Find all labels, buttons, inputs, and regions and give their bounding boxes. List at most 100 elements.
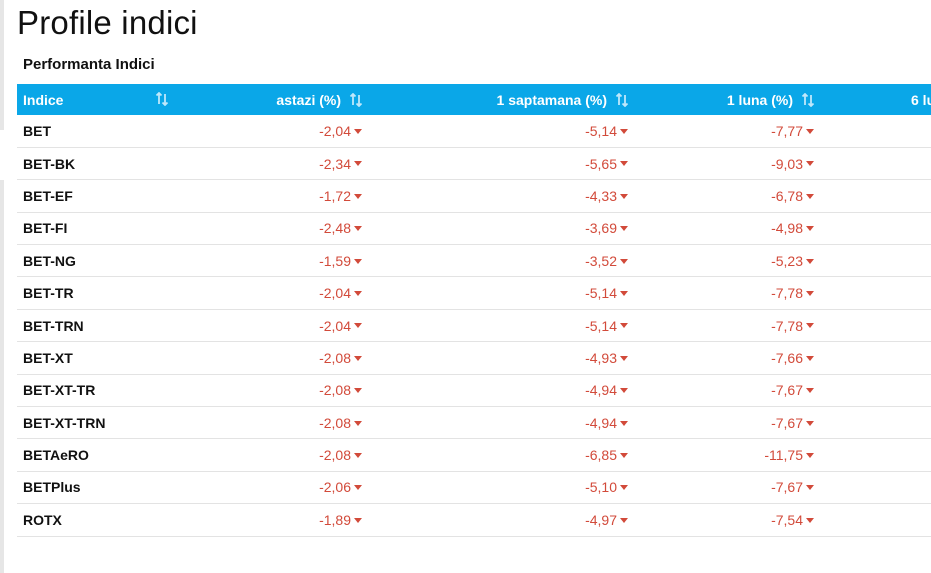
table-row[interactable]: BET-EF -1,72 -4,33 -6,78 (17, 179, 931, 213)
day-change-cell: -2,04 (177, 115, 363, 148)
index-name-cell[interactable]: ROTX (17, 503, 177, 537)
month-change-cell: -9,03 (629, 147, 815, 181)
index-name-cell[interactable]: BET-XT (17, 341, 177, 375)
week-change-cell: -5,14 (363, 309, 629, 343)
table-row[interactable]: BETAeRO -2,08 -6,85 -11,75 (17, 438, 931, 472)
caret-down-icon (353, 158, 363, 168)
day-change-cell: -1,89 (177, 503, 363, 537)
column-header-indice[interactable]: Indice (17, 84, 177, 115)
week-change-cell: -5,14 (363, 276, 629, 310)
day-change-cell: -2,08 (177, 438, 363, 472)
caret-down-icon (805, 288, 815, 298)
table-row[interactable]: BET-FI -2,48 -3,69 -4,98 (17, 212, 931, 246)
month-change-value: -7,78 (771, 317, 803, 334)
month-change-value: -7,77 (771, 122, 803, 139)
caret-down-icon (353, 288, 363, 298)
week-change-value: -5,10 (585, 479, 617, 496)
column-header-label: Indice (23, 91, 64, 108)
day-change-value: -2,48 (319, 220, 351, 237)
table-row[interactable]: BET-XT-TRN -2,08 -4,94 -7,67 (17, 406, 931, 440)
week-change-cell: -4,94 (363, 374, 629, 408)
day-change-value: -2,34 (319, 155, 351, 172)
caret-down-icon (619, 515, 629, 525)
table-row[interactable]: BET-XT-TR -2,08 -4,94 -7,67 (17, 374, 931, 408)
week-change-value: -4,94 (585, 414, 617, 431)
table-row[interactable]: BETPlus -2,06 -5,10 -7,67 (17, 471, 931, 505)
day-change-cell: -2,08 (177, 406, 363, 440)
week-change-value: -4,97 (585, 511, 617, 528)
table-row[interactable]: BET-NG -1,59 -3,52 -5,23 (17, 244, 931, 278)
month-change-cell: -7,66 (629, 341, 815, 375)
day-change-value: -2,08 (319, 382, 351, 399)
table-row[interactable]: BET-BK -2,34 -5,65 -9,03 (17, 147, 931, 181)
day-change-value: -2,08 (319, 414, 351, 431)
column-header-6-months[interactable]: 6 luni (815, 84, 931, 115)
index-name-cell[interactable]: BET-BK (17, 147, 177, 181)
caret-down-icon (805, 158, 815, 168)
day-change-value: -2,08 (319, 349, 351, 366)
six-months-change-cell (815, 179, 931, 213)
month-change-cell: -11,75 (629, 438, 815, 472)
table-row[interactable]: BET-TR -2,04 -5,14 -7,78 (17, 276, 931, 310)
caret-down-icon (619, 158, 629, 168)
month-change-cell: -7,78 (629, 309, 815, 343)
caret-down-icon (353, 515, 363, 525)
index-name-cell[interactable]: BET-NG (17, 244, 177, 278)
table-row[interactable]: ROTX -1,89 -4,97 -7,54 (17, 503, 931, 537)
caret-down-icon (805, 515, 815, 525)
week-change-cell: -5,10 (363, 471, 629, 505)
week-change-cell: -3,69 (363, 212, 629, 246)
caret-down-icon (353, 126, 363, 136)
week-change-cell: -4,97 (363, 503, 629, 537)
index-name-cell[interactable]: BET-FI (17, 212, 177, 246)
month-change-cell: -7,77 (629, 115, 815, 148)
day-change-value: -2,06 (319, 479, 351, 496)
column-header-label: 1 saptamana (%) (496, 91, 607, 108)
sort-arrows-icon[interactable] (155, 92, 169, 106)
sort-arrows-icon[interactable] (801, 92, 815, 107)
month-change-cell: -6,78 (629, 179, 815, 213)
caret-down-icon (619, 288, 629, 298)
six-months-change-cell (815, 406, 931, 440)
table-row[interactable]: BET-XT -2,08 -4,93 -7,66 (17, 341, 931, 375)
column-header-label: astazi (%) (276, 91, 341, 108)
index-name-cell[interactable]: BET-XT-TRN (17, 406, 177, 440)
week-change-value: -5,14 (585, 317, 617, 334)
caret-down-icon (353, 353, 363, 363)
left-rail-divider (0, 180, 4, 573)
caret-down-icon (619, 256, 629, 266)
month-change-value: -7,67 (771, 479, 803, 496)
week-change-cell: -5,14 (363, 115, 629, 148)
page: Profile indici Performanta Indici Indice… (0, 0, 931, 573)
table-row[interactable]: BET-TRN -2,04 -5,14 -7,78 (17, 309, 931, 343)
column-header-week[interactable]: 1 saptamana (%) (363, 84, 629, 115)
index-name-cell[interactable]: BETAeRO (17, 438, 177, 472)
sort-arrows-icon[interactable] (349, 92, 363, 107)
week-change-value: -3,52 (585, 252, 617, 269)
caret-down-icon (353, 385, 363, 395)
six-months-change-cell (815, 276, 931, 310)
index-name-cell[interactable]: BET-TR (17, 276, 177, 310)
month-change-value: -7,66 (771, 349, 803, 366)
column-header-month[interactable]: 1 luna (%) (629, 84, 815, 115)
caret-down-icon (805, 320, 815, 330)
sort-arrows-icon[interactable] (615, 92, 629, 107)
index-name-cell[interactable]: BETPlus (17, 471, 177, 505)
table-row[interactable]: BET -2,04 -5,14 -7,77 (17, 115, 931, 148)
six-months-change-cell (815, 309, 931, 343)
caret-down-icon (805, 353, 815, 363)
left-rail-divider (0, 0, 4, 130)
caret-down-icon (805, 223, 815, 233)
caret-down-icon (619, 385, 629, 395)
caret-down-icon (353, 320, 363, 330)
day-change-value: -1,59 (319, 252, 351, 269)
index-name-cell[interactable]: BET-TRN (17, 309, 177, 343)
month-change-value: -7,78 (771, 285, 803, 302)
index-name-cell[interactable]: BET (17, 115, 177, 148)
index-name-cell[interactable]: BET-EF (17, 179, 177, 213)
month-change-cell: -5,23 (629, 244, 815, 278)
six-months-change-cell (815, 244, 931, 278)
column-header-today[interactable]: astazi (%) (177, 84, 363, 115)
caret-down-icon (805, 126, 815, 136)
index-name-cell[interactable]: BET-XT-TR (17, 374, 177, 408)
